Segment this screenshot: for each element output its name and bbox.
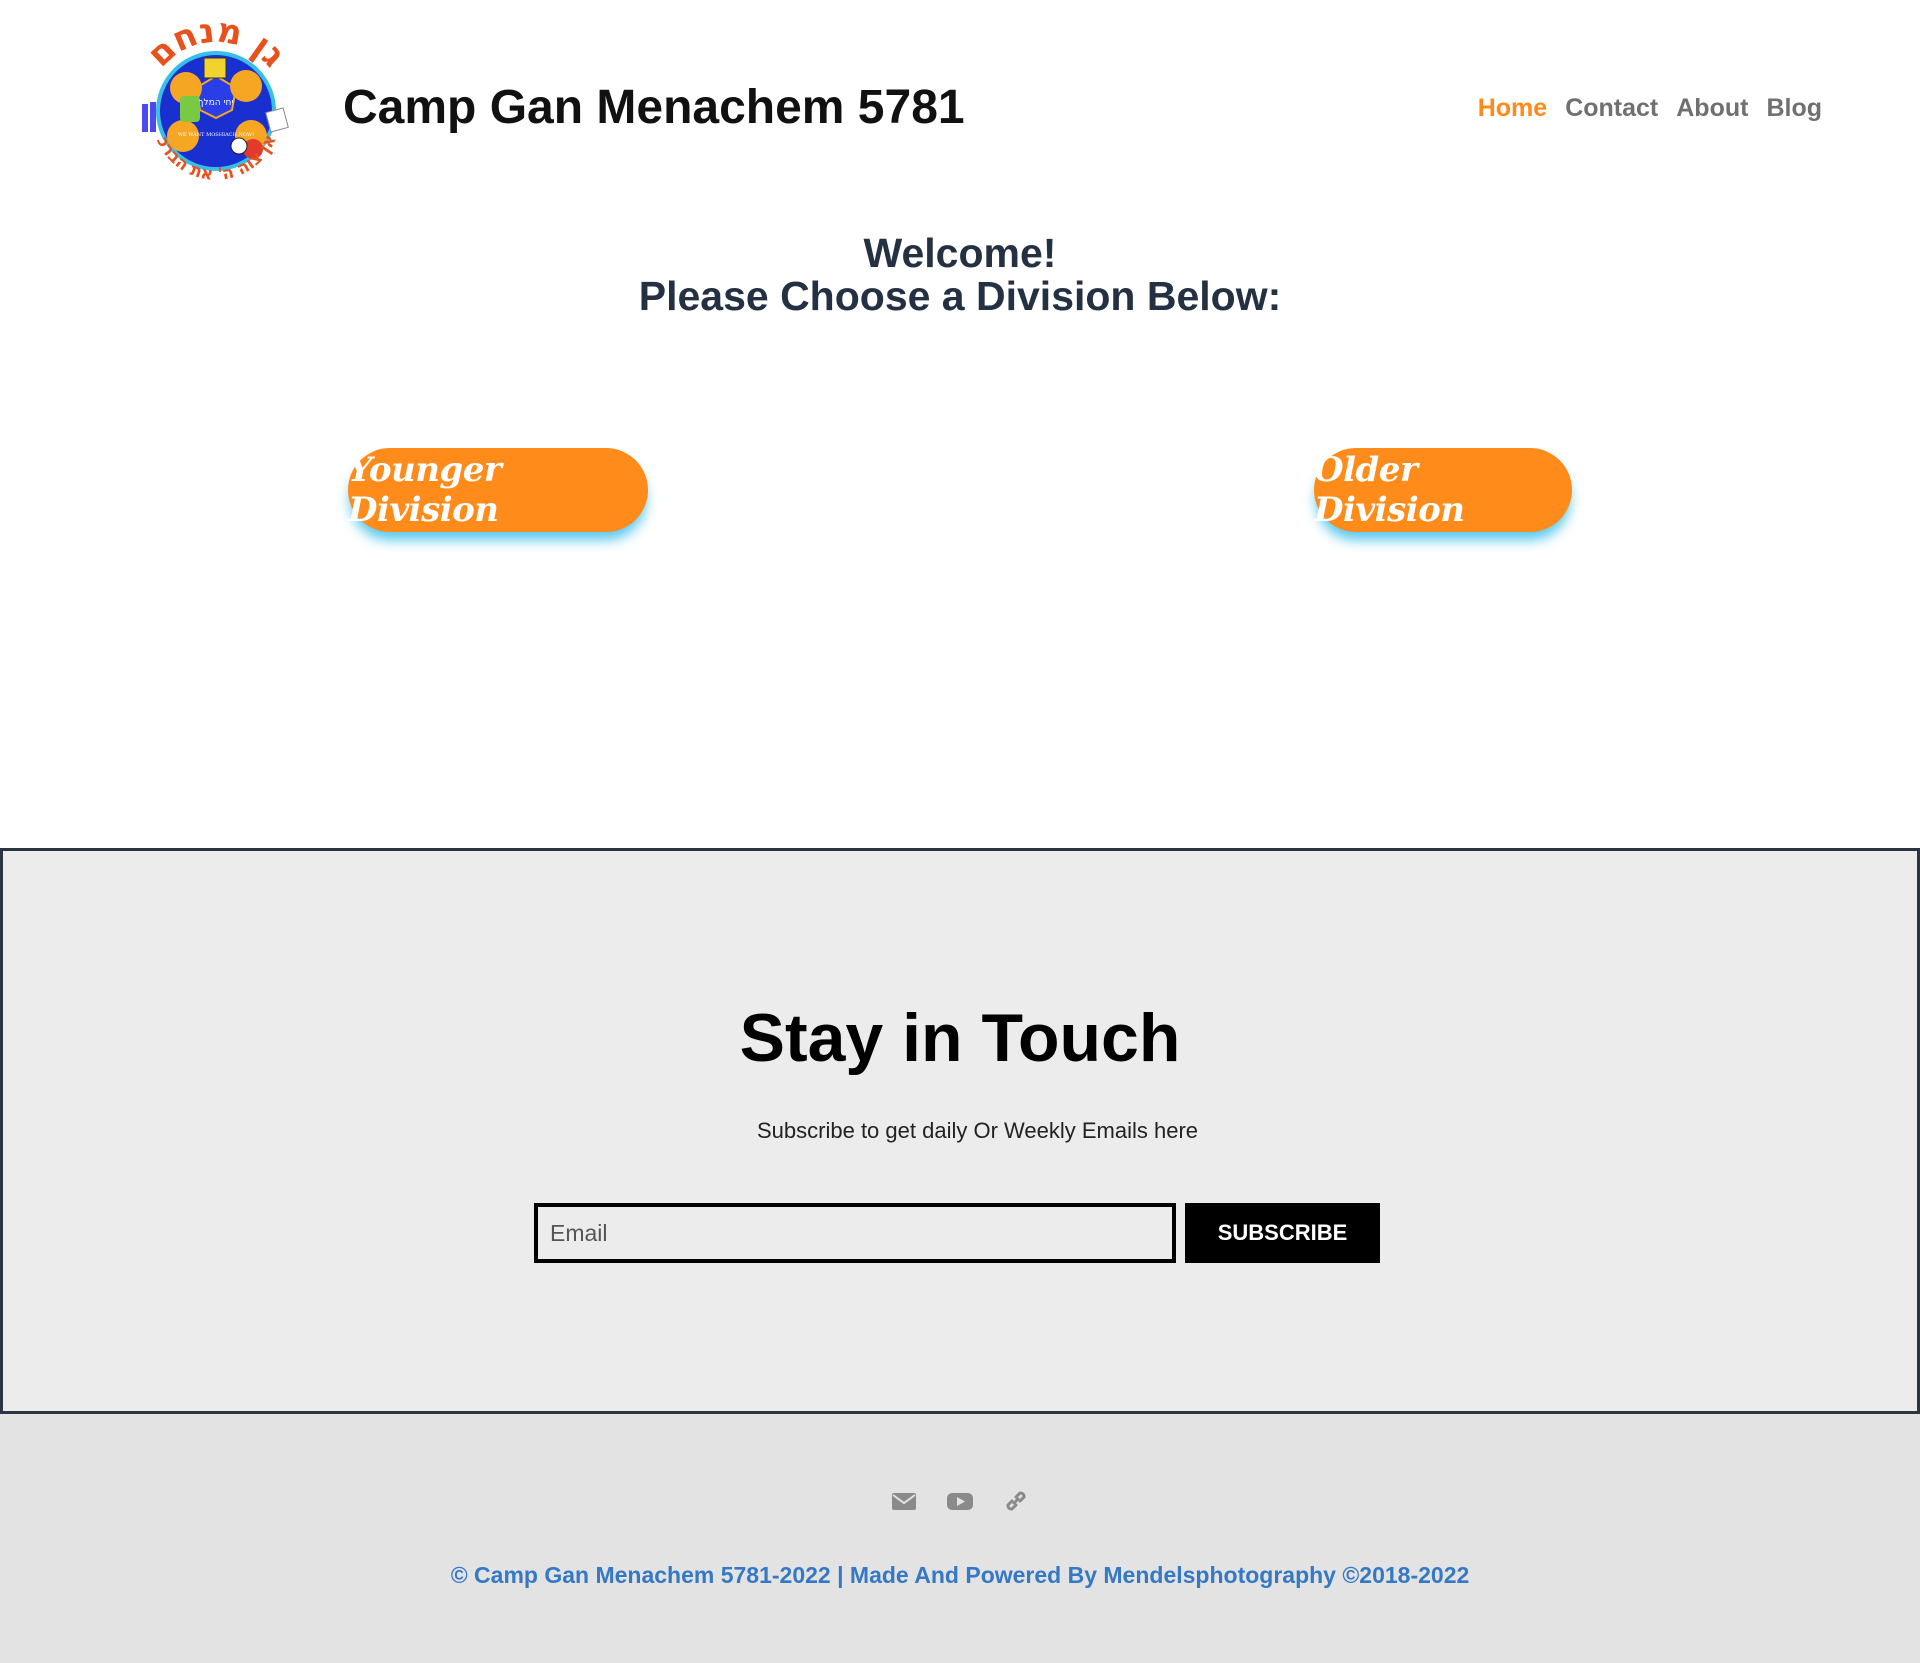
link-icon[interactable]: [1001, 1486, 1031, 1516]
older-division-button[interactable]: Older Division: [1314, 448, 1572, 532]
stay-in-touch-section: Stay in Touch Subscribe to get daily Or …: [0, 848, 1920, 1414]
logo-center-text: יחי המלך: [199, 98, 234, 108]
welcome-line: Welcome!: [863, 230, 1057, 276]
social-links: [0, 1486, 1920, 1516]
logo-center-sub: WE WANT MOSHIACH NOW!: [178, 132, 254, 138]
main-nav: Home Contact About Blog: [1478, 94, 1822, 123]
camp-logo-emblem: יחי המלך WE WANT MOSHIACH NOW! גן מנחם כ…: [120, 3, 293, 185]
site-title[interactable]: Camp Gan Menachem 5781: [343, 80, 965, 135]
camp-logo[interactable]: יחי המלך WE WANT MOSHIACH NOW! גן מנחם כ…: [120, 3, 306, 203]
site-footer: © Camp Gan Menachem 5781-2022 | Made And…: [0, 1414, 1920, 1663]
stay-in-touch-title: Stay in Touch: [739, 1000, 1181, 1076]
envelope-icon[interactable]: [889, 1486, 919, 1516]
nav-blog[interactable]: Blog: [1766, 94, 1822, 123]
subscribe-button[interactable]: SUBSCRIBE: [1185, 1203, 1380, 1263]
welcome-heading: Welcome! Please Choose a Division Below:: [0, 232, 1920, 318]
copyright-text[interactable]: © Camp Gan Menachem 5781-2022 | Made And…: [0, 1562, 1920, 1589]
site-header: יחי המלך WE WANT MOSHIACH NOW! גן מנחם כ…: [0, 0, 1920, 225]
youtube-icon[interactable]: [945, 1486, 975, 1516]
email-input[interactable]: [534, 1203, 1176, 1263]
choose-division-line: Please Choose a Division Below:: [638, 273, 1282, 319]
subscribe-subtitle: Subscribe to get daily Or Weekly Emails …: [757, 1118, 1198, 1143]
nav-home[interactable]: Home: [1478, 94, 1547, 123]
nav-contact[interactable]: Contact: [1565, 94, 1658, 123]
younger-division-button[interactable]: Younger Division: [348, 448, 648, 532]
nav-about[interactable]: About: [1676, 94, 1748, 123]
